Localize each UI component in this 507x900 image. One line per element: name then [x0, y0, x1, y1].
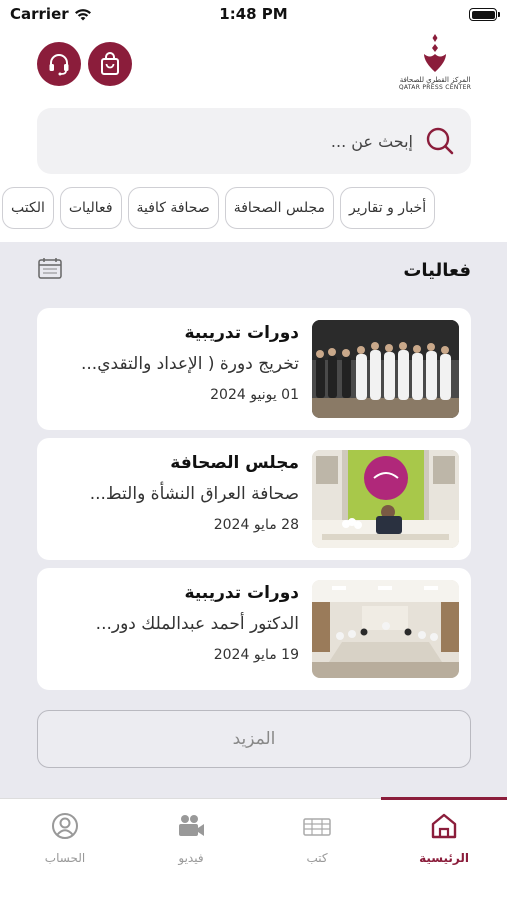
event-card[interactable]: مجلس الصحافة صحافة العراق النشأة والتط..… [37, 438, 471, 560]
logo-text-arabic: المركز القطري للصحافة [399, 76, 471, 84]
event-title: الدكتور أحمد عبدالملك دور... [95, 614, 299, 634]
books-icon [303, 818, 331, 836]
section-title: فعاليات [403, 260, 471, 281]
battery-icon [469, 8, 500, 21]
tab-home[interactable]: الرئيسية [381, 811, 507, 873]
event-thumbnail [312, 320, 459, 418]
event-title: تخريج دورة ( الإعداد والتقدي... [81, 354, 299, 374]
shopping-bag-icon [101, 52, 119, 75]
tab-bar: الحساب فيديو كتب الرئيسية [0, 797, 507, 900]
chip-news-reports[interactable]: أخبار و تقارير [340, 187, 436, 229]
search-icon[interactable] [425, 126, 455, 156]
event-card[interactable]: دورات تدريبية تخريج دورة ( الإعداد والتق… [37, 308, 471, 430]
home-icon [431, 813, 457, 839]
headset-icon [49, 54, 69, 76]
more-button[interactable]: المزيد [37, 710, 471, 768]
support-button[interactable] [37, 42, 81, 86]
event-category: دورات تدريبية [184, 583, 299, 603]
tab-label: الحساب [44, 851, 86, 865]
chip-books[interactable]: الكتب [2, 187, 54, 229]
event-card[interactable]: دورات تدريبية الدكتور أحمد عبدالملك دور.… [37, 568, 471, 690]
tab-video[interactable]: فيديو [128, 811, 254, 873]
qatar-press-center-logo: المركز القطري للصحافة QATAR PRESS CENTER [395, 32, 475, 100]
account-icon [52, 813, 78, 839]
logo-mark-icon [424, 34, 446, 72]
tab-label: كتب [306, 851, 328, 865]
event-thumbnail [312, 450, 459, 548]
tab-books[interactable]: كتب [254, 811, 380, 873]
clock: 1:48 PM [219, 5, 288, 23]
status-bar: Carrier 1:48 PM [0, 0, 507, 30]
tab-label: الرئيسية [419, 851, 469, 865]
calendar-icon[interactable] [37, 256, 63, 280]
logo-text-english: QATAR PRESS CENTER [398, 84, 472, 91]
event-title: صحافة العراق النشأة والتط... [89, 484, 299, 504]
search-bar[interactable] [37, 108, 471, 174]
chip-press-cafe[interactable]: صحافة كافية [127, 187, 219, 229]
chip-press-council[interactable]: مجلس الصحافة [224, 187, 334, 229]
shopping-bag-button[interactable] [88, 42, 132, 86]
event-category: دورات تدريبية [184, 323, 299, 343]
tab-account[interactable]: الحساب [2, 811, 128, 873]
chip-events[interactable]: فعاليات [59, 187, 122, 229]
event-date: 01 يونيو 2024 [210, 387, 299, 403]
category-chips: الكتب فعاليات صحافة كافية مجلس الصحافة أ… [2, 187, 436, 229]
tab-label: فيديو [178, 851, 204, 865]
active-tab-indicator [381, 797, 507, 800]
event-date: 28 مايو 2024 [213, 517, 299, 533]
event-category: مجلس الصحافة [170, 453, 299, 473]
event-date: 19 مايو 2024 [213, 647, 299, 663]
video-camera-icon [179, 815, 204, 836]
events-section: فعاليات دورات تدريبية تخريج دورة (الإعد… [0, 242, 507, 798]
event-thumbnail [312, 580, 459, 678]
header: المركز القطري للصحافة QATAR PRESS CENTER [0, 30, 507, 105]
search-input[interactable] [73, 108, 413, 174]
